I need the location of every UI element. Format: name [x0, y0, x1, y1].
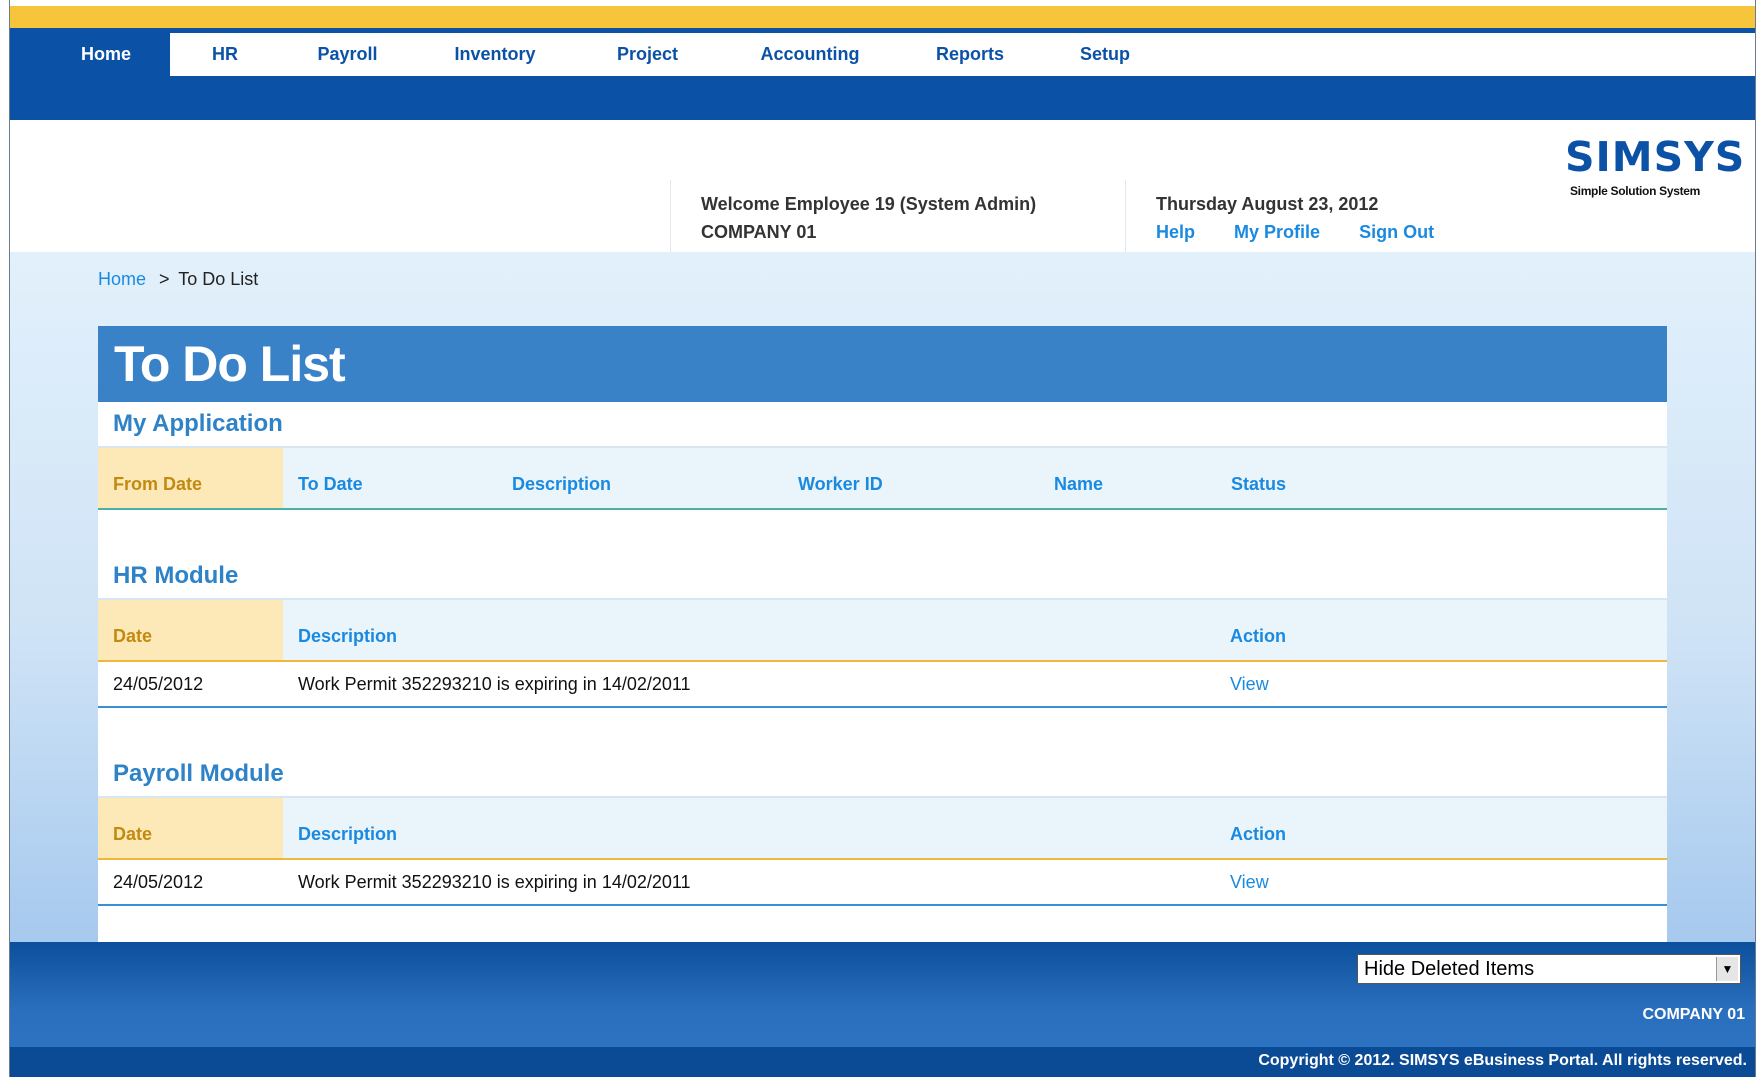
- nav-payroll[interactable]: Payroll: [280, 33, 415, 76]
- company-name: COMPANY 01: [701, 222, 817, 242]
- header-links: Help My Profile Sign Out: [1156, 218, 1545, 246]
- row-description: Work Permit 352293210 is expiring in 14/…: [298, 674, 691, 694]
- payroll-module-header: Date Description Action: [98, 798, 1667, 860]
- col-worker-id[interactable]: Worker ID: [798, 448, 883, 508]
- my-application-header: From Date To Date Description Worker ID …: [98, 448, 1667, 510]
- page-title: To Do List: [98, 326, 1667, 402]
- nav-setup[interactable]: Setup: [1040, 33, 1170, 76]
- col-date[interactable]: Date: [98, 600, 283, 660]
- welcome-box: Welcome Employee 19 (System Admin) COMPA…: [670, 180, 1125, 252]
- dropdown-arrow-icon[interactable]: ▼: [1716, 957, 1738, 981]
- col-description[interactable]: Description: [298, 798, 397, 858]
- row-description: Work Permit 352293210 is expiring in 14/…: [298, 872, 691, 892]
- footer-company: COMPANY 01: [1642, 1006, 1745, 1023]
- col-date[interactable]: Date: [98, 798, 283, 858]
- nav-reports[interactable]: Reports: [900, 33, 1040, 76]
- logo-text: SIMSYS: [1565, 133, 1746, 181]
- logo-tagline: Simple Solution System: [1569, 184, 1701, 198]
- col-description[interactable]: Description: [512, 448, 611, 508]
- nav-accounting[interactable]: Accounting: [720, 33, 900, 76]
- view-link[interactable]: View: [1230, 860, 1269, 904]
- col-status[interactable]: Status: [1231, 448, 1286, 508]
- my-profile-link[interactable]: My Profile: [1234, 222, 1320, 242]
- app-frame: Home HR Payroll Inventory Project Accoun…: [9, 0, 1756, 1077]
- view-link[interactable]: View: [1230, 662, 1269, 706]
- content-area: Home > To Do List To Do List My Applicat…: [10, 252, 1755, 946]
- welcome-text: Welcome Employee 19 (System Admin): [701, 194, 1037, 214]
- copyright-bar: Copyright © 2012. SIMSYS eBusiness Porta…: [10, 1047, 1755, 1077]
- select-value: Hide Deleted Items: [1364, 958, 1535, 980]
- col-action[interactable]: Action: [1230, 600, 1286, 660]
- sign-out-link[interactable]: Sign Out: [1359, 222, 1434, 242]
- row-date: 24/05/2012: [113, 872, 204, 892]
- help-link[interactable]: Help: [1156, 222, 1195, 242]
- footer: Hide Deleted Items ▼ COMPANY 01 Copyrigh…: [10, 942, 1755, 1077]
- breadcrumb-current: To Do List: [178, 269, 259, 289]
- deleted-items-select[interactable]: Hide Deleted Items ▼: [1357, 954, 1741, 984]
- main-nav: Home HR Payroll Inventory Project Accoun…: [10, 33, 1755, 76]
- col-description[interactable]: Description: [298, 600, 397, 660]
- nav-hr[interactable]: HR: [170, 33, 280, 76]
- page-header: Welcome Employee 19 (System Admin) COMPA…: [10, 120, 1755, 252]
- hr-module-header: Date Description Action: [98, 600, 1667, 662]
- date-box: Thursday August 23, 2012 Help My Profile…: [1125, 180, 1545, 252]
- sub-nav-bar: [10, 76, 1755, 120]
- col-to-date[interactable]: To Date: [298, 448, 363, 508]
- col-from-date[interactable]: From Date: [98, 448, 283, 508]
- breadcrumb: Home > To Do List: [98, 269, 258, 290]
- row-date: 24/05/2012: [113, 674, 204, 694]
- simsys-logo: SIMSYS Simple Solution System: [1565, 130, 1746, 220]
- nav-home[interactable]: Home: [42, 33, 170, 76]
- nav-project[interactable]: Project: [575, 33, 720, 76]
- breadcrumb-separator: >: [159, 269, 170, 289]
- current-date: Thursday August 23, 2012: [1156, 194, 1379, 214]
- table-row: 24/05/2012 Work Permit 352293210 is expi…: [98, 662, 1667, 708]
- hr-module-title: HR Module: [98, 554, 1667, 600]
- col-name[interactable]: Name: [1054, 448, 1103, 508]
- table-row: 24/05/2012 Work Permit 352293210 is expi…: [98, 860, 1667, 906]
- copyright-text: Copyright © 2012. SIMSYS eBusiness Porta…: [1258, 1052, 1747, 1069]
- nav-inventory[interactable]: Inventory: [415, 33, 575, 76]
- breadcrumb-home[interactable]: Home: [98, 269, 146, 289]
- col-action[interactable]: Action: [1230, 798, 1286, 858]
- gold-banner: [10, 6, 1755, 28]
- my-application-title: My Application: [98, 402, 1667, 448]
- payroll-module-title: Payroll Module: [98, 752, 1667, 798]
- todo-panel: To Do List My Application From Date To D…: [98, 326, 1667, 946]
